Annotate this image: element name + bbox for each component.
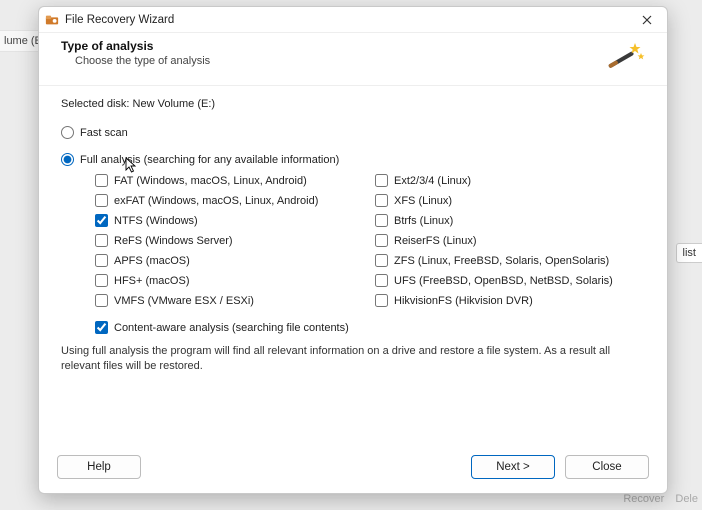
next-button[interactable]: Next > [471, 455, 555, 479]
full-analysis-radio-input[interactable] [61, 153, 74, 166]
full-analysis-label: Full analysis (searching for any availab… [80, 154, 339, 166]
full-analysis-note: Using full analysis the program will fin… [61, 344, 645, 374]
full-analysis-radio[interactable]: Full analysis (searching for any availab… [61, 153, 645, 166]
filesystem-checkbox[interactable]: HFS+ (macOS) [95, 274, 365, 287]
filesystem-checkbox-input[interactable] [375, 214, 388, 227]
filesystem-checkbox-input[interactable] [95, 254, 108, 267]
filesystem-label: APFS (macOS) [114, 255, 190, 267]
filesystem-checkbox[interactable]: ZFS (Linux, FreeBSD, Solaris, OpenSolari… [375, 254, 645, 267]
bg-delete-button: Dele [675, 493, 698, 505]
filesystem-label: UFS (FreeBSD, OpenBSD, NetBSD, Solaris) [394, 275, 613, 287]
filesystem-checkbox[interactable]: APFS (macOS) [95, 254, 365, 267]
filesystem-checkbox[interactable]: FAT (Windows, macOS, Linux, Android) [95, 174, 365, 187]
filesystem-label: exFAT (Windows, macOS, Linux, Android) [114, 195, 318, 207]
filesystem-checkbox[interactable]: Btrfs (Linux) [375, 214, 645, 227]
wizard-footer: Help Next > Close [39, 445, 667, 493]
window-title: File Recovery Wizard [65, 14, 633, 26]
selected-disk: Selected disk: New Volume (E:) [61, 98, 645, 110]
filesystem-label: VMFS (VMware ESX / ESXi) [114, 295, 254, 307]
filesystem-label: HikvisionFS (Hikvision DVR) [394, 295, 533, 307]
content-aware-checkbox[interactable]: Content-aware analysis (searching file c… [95, 321, 645, 334]
content-aware-label: Content-aware analysis (searching file c… [114, 322, 349, 334]
filesystem-label: ZFS (Linux, FreeBSD, Solaris, OpenSolari… [394, 255, 609, 267]
wizard-wand-icon [605, 39, 645, 75]
filesystem-checkbox[interactable]: ReFS (Windows Server) [95, 234, 365, 247]
titlebar: File Recovery Wizard [39, 7, 667, 33]
fast-scan-radio[interactable]: Fast scan [61, 126, 645, 139]
wizard-body: Selected disk: New Volume (E:) Fast scan… [39, 86, 667, 445]
wizard-header: Type of analysis Choose the type of anal… [39, 33, 667, 86]
filesystem-checkbox[interactable]: ReiserFS (Linux) [375, 234, 645, 247]
filesystem-label: Btrfs (Linux) [394, 215, 453, 227]
close-dialog-button[interactable]: Close [565, 455, 649, 479]
filesystem-checkbox[interactable]: exFAT (Windows, macOS, Linux, Android) [95, 194, 365, 207]
filesystem-label: XFS (Linux) [394, 195, 452, 207]
filesystem-checkbox-input[interactable] [375, 174, 388, 187]
selected-disk-label: Selected disk: [61, 98, 129, 110]
filesystem-label: FAT (Windows, macOS, Linux, Android) [114, 175, 307, 187]
filesystem-checkbox-input[interactable] [375, 274, 388, 287]
content-aware-checkbox-input[interactable] [95, 321, 108, 334]
bg-recover-button: Recover [623, 493, 664, 505]
filesystem-checkbox-input[interactable] [95, 294, 108, 307]
filesystem-checkbox-input[interactable] [95, 214, 108, 227]
filesystem-label: NTFS (Windows) [114, 215, 198, 227]
filesystem-checkbox-input[interactable] [95, 194, 108, 207]
page-title: Type of analysis [61, 39, 605, 53]
filesystem-label: Ext2/3/4 (Linux) [394, 175, 471, 187]
filesystem-checkbox[interactable]: UFS (FreeBSD, OpenBSD, NetBSD, Solaris) [375, 274, 645, 287]
filesystem-checkbox[interactable]: XFS (Linux) [375, 194, 645, 207]
filesystem-checkbox[interactable]: Ext2/3/4 (Linux) [375, 174, 645, 187]
filesystem-grid: FAT (Windows, macOS, Linux, Android) Ext2… [95, 174, 645, 307]
filesystem-checkbox-input[interactable] [95, 234, 108, 247]
fast-scan-label: Fast scan [80, 127, 128, 139]
fast-scan-radio-input[interactable] [61, 126, 74, 139]
app-icon [45, 13, 59, 27]
filesystem-checkbox-input[interactable] [95, 274, 108, 287]
filesystem-label: HFS+ (macOS) [114, 275, 189, 287]
filesystem-checkbox-input[interactable] [375, 234, 388, 247]
help-button[interactable]: Help [57, 455, 141, 479]
wizard-dialog: File Recovery Wizard Type of analysis Ch… [38, 6, 668, 494]
bg-bottom-buttons: Recover Dele [615, 493, 698, 505]
filesystem-checkbox-input[interactable] [95, 174, 108, 187]
selected-disk-value: New Volume (E:) [133, 98, 216, 110]
filesystem-checkbox[interactable]: VMFS (VMware ESX / ESXi) [95, 294, 365, 307]
filesystem-checkbox[interactable]: HikvisionFS (Hikvision DVR) [375, 294, 645, 307]
close-icon [642, 15, 652, 25]
filesystem-checkbox-input[interactable] [375, 254, 388, 267]
filesystem-checkbox-input[interactable] [375, 194, 388, 207]
page-subtitle: Choose the type of analysis [61, 55, 605, 67]
filesystem-checkbox-input[interactable] [375, 294, 388, 307]
filesystem-label: ReiserFS (Linux) [394, 235, 477, 247]
filesystem-checkbox[interactable]: NTFS (Windows) [95, 214, 365, 227]
close-button[interactable] [633, 10, 661, 30]
bg-list-button[interactable]: list [676, 243, 702, 263]
filesystem-label: ReFS (Windows Server) [114, 235, 233, 247]
